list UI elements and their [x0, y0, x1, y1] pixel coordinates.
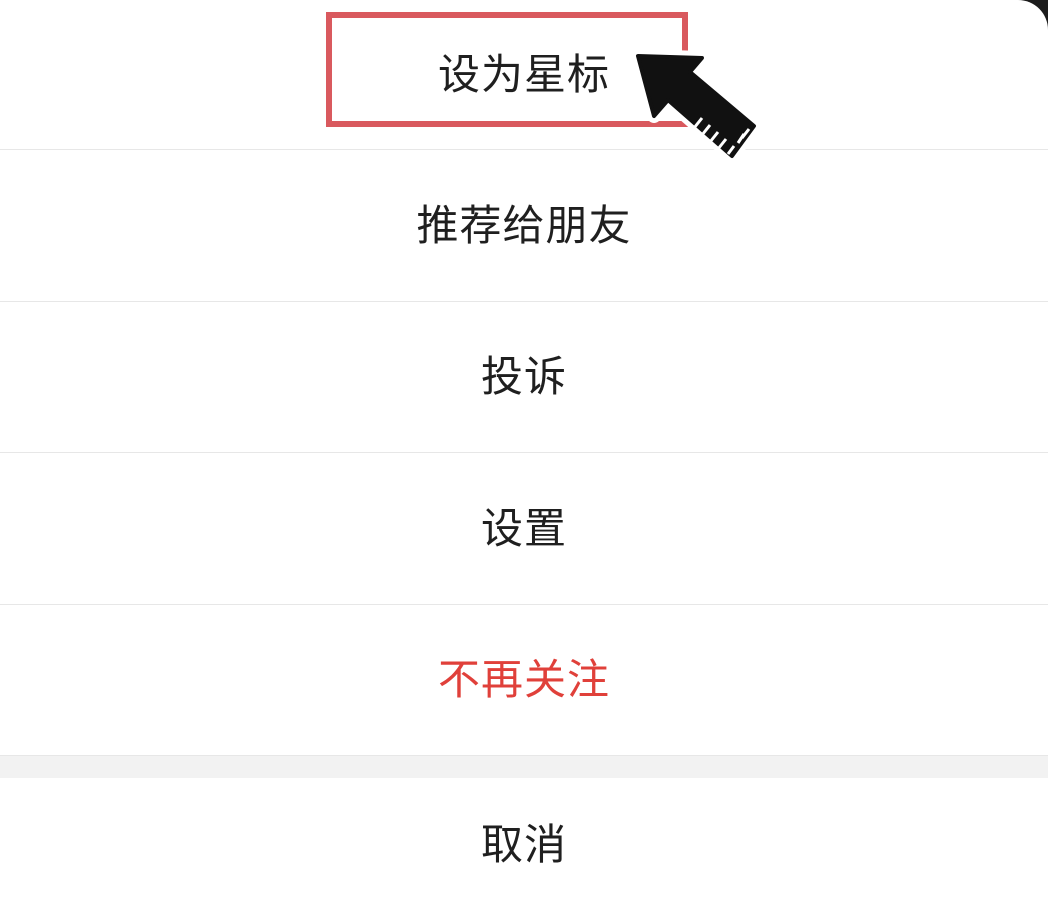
report-label: 投诉 [480, 352, 567, 401]
unfollow-label: 不再关注 [437, 655, 610, 704]
action-sheet: 设为星标 推荐给朋友 投诉 设置 不再关注 取消 [0, 0, 1048, 912]
unfollow-button[interactable]: 不再关注 [0, 605, 1048, 756]
set-star-button[interactable]: 设为星标 [0, 0, 1048, 150]
report-button[interactable]: 投诉 [0, 302, 1048, 453]
cancel-button[interactable]: 取消 [0, 778, 1048, 912]
section-gap [0, 756, 1048, 778]
settings-label: 设置 [480, 503, 567, 553]
set-star-label: 设为星标 [437, 49, 610, 99]
recommend-to-friend-button[interactable]: 推荐给朋友 [0, 150, 1048, 302]
settings-button[interactable]: 设置 [0, 453, 1048, 605]
cancel-label: 取消 [480, 820, 567, 869]
recommend-to-friend-label: 推荐给朋友 [416, 200, 632, 250]
